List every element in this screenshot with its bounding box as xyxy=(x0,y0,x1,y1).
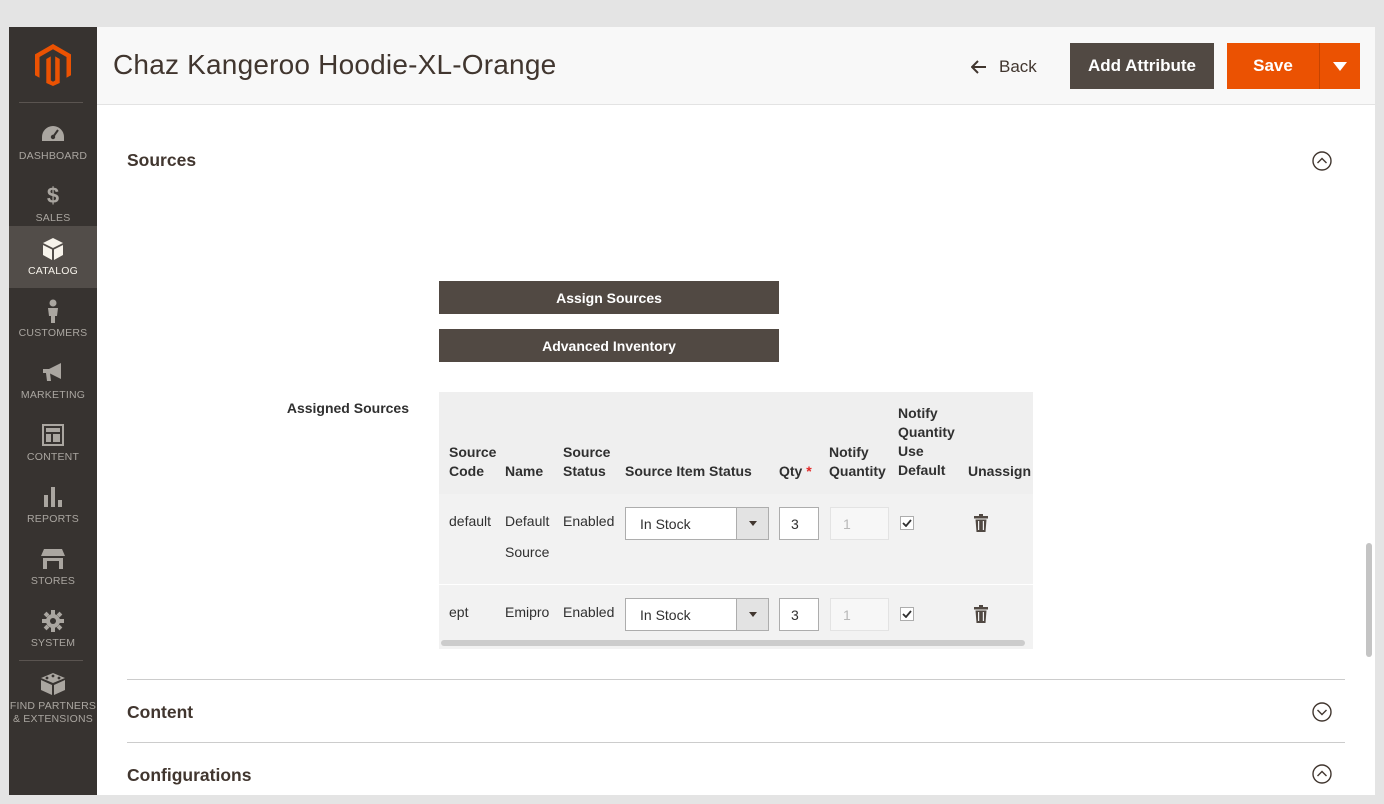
storefront-icon xyxy=(41,547,65,571)
back-button[interactable]: Back xyxy=(971,45,1037,89)
megaphone-icon xyxy=(41,361,65,385)
browser-viewport: DASHBOARD $ SALES CATALOG CUSTOMERS MARK… xyxy=(9,27,1375,795)
save-button[interactable]: Save xyxy=(1227,43,1319,89)
column-header-source-code: Source Code xyxy=(449,444,497,479)
caret-down-icon xyxy=(1333,61,1347,71)
sidebar-item-content[interactable]: CONTENT xyxy=(9,412,97,474)
sidebar-item-marketing[interactable]: MARKETING xyxy=(9,350,97,412)
column-header-notify-use-default: Notify Quantity Use Default xyxy=(898,405,955,478)
bar-chart-icon xyxy=(41,485,65,509)
sidebar-item-customers[interactable]: CUSTOMERS xyxy=(9,288,97,350)
source-name-cell: Default Source xyxy=(505,513,550,560)
qty-input[interactable]: 3 xyxy=(779,598,819,631)
sidebar-item-label: CONTENT xyxy=(26,450,80,463)
notify-quantity-input: 1 xyxy=(830,598,889,631)
sidebar-item-reports[interactable]: REPORTS xyxy=(9,474,97,536)
advanced-inventory-button[interactable]: Advanced Inventory xyxy=(439,329,779,362)
sidebar-divider xyxy=(19,102,83,103)
speedometer-icon xyxy=(41,122,65,146)
sidebar-item-label: CUSTOMERS xyxy=(18,326,88,339)
layout-icon xyxy=(41,423,65,447)
back-button-label: Back xyxy=(999,57,1037,76)
column-header-source-status: Source Status xyxy=(563,444,611,479)
sidebar-item-label: CATALOG xyxy=(27,264,79,277)
sources-section-title[interactable]: Sources xyxy=(127,150,196,171)
column-header-name: Name xyxy=(505,463,544,479)
sidebar-item-catalog[interactable]: CATALOG xyxy=(9,226,97,288)
dollar-icon: $ xyxy=(46,182,60,208)
save-options-toggle[interactable] xyxy=(1319,43,1360,89)
magento-logo[interactable] xyxy=(9,27,97,103)
checkmark-icon xyxy=(902,519,912,527)
source-code-cell: ept xyxy=(449,604,469,620)
section-divider xyxy=(127,679,1345,680)
add-attribute-button[interactable]: Add Attribute xyxy=(1070,43,1214,89)
sidebar-item-label: DASHBOARD xyxy=(18,149,88,162)
use-default-checkbox[interactable] xyxy=(900,607,914,621)
required-mark: * xyxy=(806,463,812,479)
use-default-checkbox[interactable] xyxy=(900,516,914,530)
sidebar-item-label: FIND PARTNERS xyxy=(9,700,97,712)
sidebar-item-label: SALES xyxy=(35,211,71,224)
chevron-down-icon xyxy=(736,599,768,630)
assigned-sources-label: Assigned Sources xyxy=(286,400,409,416)
page-header: Chaz Kangeroo Hoodie-XL-Orange Back Add … xyxy=(97,27,1375,105)
sidebar-divider xyxy=(19,660,83,661)
content-section-title[interactable]: Content xyxy=(127,702,193,723)
expand-icon[interactable] xyxy=(1312,702,1332,722)
source-item-status-select[interactable]: In Stock xyxy=(625,598,769,631)
assign-sources-button[interactable]: Assign Sources xyxy=(439,281,779,314)
trash-icon[interactable] xyxy=(974,514,988,532)
configurations-section-title[interactable]: Configurations xyxy=(127,765,251,786)
source-name-cell: Emipro xyxy=(505,604,550,620)
product-form: Sources Assign Sources Advanced Inventor… xyxy=(97,105,1375,795)
grid-header: Source Code Name Source Status Source Item… xyxy=(439,392,1033,494)
notify-quantity-input: 1 xyxy=(830,507,889,540)
sidebar-item-stores[interactable]: STORES xyxy=(9,536,97,598)
magento-logo-icon xyxy=(35,44,71,86)
sidebar-item-label: STORES xyxy=(30,574,76,587)
source-status-cell: Enabled xyxy=(563,513,615,529)
select-value: In Stock xyxy=(640,515,691,532)
blocks-icon xyxy=(41,672,65,696)
source-status-cell: Enabled xyxy=(563,604,615,620)
horizontal-scrollbar[interactable] xyxy=(441,640,1025,646)
sidebar-item-label: REPORTS xyxy=(27,512,79,525)
sidebar-item-label: & EXTENSIONS xyxy=(12,713,93,725)
sidebar-item-label: SYSTEM xyxy=(30,636,76,649)
sidebar-item-dashboard[interactable]: DASHBOARD xyxy=(9,111,97,173)
arrow-left-icon xyxy=(971,60,986,74)
section-divider xyxy=(127,742,1345,743)
vertical-scrollbar[interactable] xyxy=(1366,543,1372,657)
column-header-unassign: Unassign xyxy=(968,463,1032,479)
person-icon xyxy=(41,299,65,323)
collapse-icon[interactable] xyxy=(1312,764,1332,784)
trash-icon[interactable] xyxy=(974,605,988,623)
sidebar-item-label: MARKETING xyxy=(20,388,86,401)
select-value: In Stock xyxy=(640,606,691,623)
column-header-qty: Qty * xyxy=(779,463,812,479)
gear-icon xyxy=(41,609,65,633)
sidebar-item-system[interactable]: SYSTEM xyxy=(9,598,97,660)
checkmark-icon xyxy=(902,610,912,618)
source-item-status-select[interactable]: In Stock xyxy=(625,507,769,540)
column-header-notify-quantity: Notify Quantity xyxy=(829,444,886,479)
collapse-icon[interactable] xyxy=(1312,151,1332,171)
source-code-cell: default xyxy=(449,513,492,529)
box-icon xyxy=(41,237,65,261)
sidebar-item-find-partners[interactable]: FIND PARTNERS & EXTENSIONS xyxy=(9,665,97,733)
page-title: Chaz Kangeroo Hoodie-XL-Orange xyxy=(113,49,557,80)
chevron-down-icon xyxy=(736,508,768,539)
column-header-source-item-status: Source Item Status xyxy=(625,463,752,479)
admin-sidebar: DASHBOARD $ SALES CATALOG CUSTOMERS MARK… xyxy=(9,27,97,795)
assigned-sources-grid: Source Code Name Source Status Source Item… xyxy=(439,392,1033,649)
qty-input[interactable]: 3 xyxy=(779,507,819,540)
